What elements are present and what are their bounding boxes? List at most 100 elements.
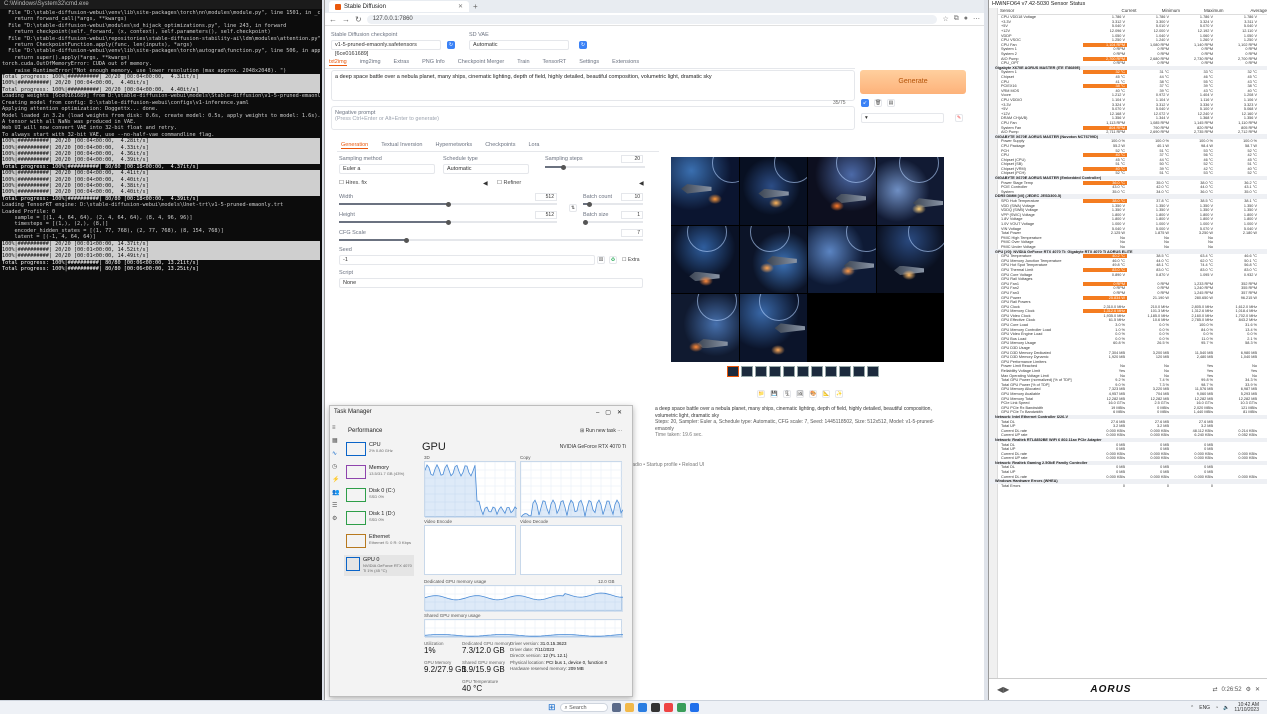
hw-sensor-row[interactable]: GPU Memory Clock 1,312.6 MHz 101.3 MHz 1,31… — [989, 309, 1267, 314]
subtab-checkpoints[interactable]: Checkpoints — [485, 142, 515, 149]
hw-sensor-row[interactable]: GPU Memory Junction Temperature 46.0 °C 44… — [989, 258, 1267, 263]
hw-sensor-row[interactable]: CPU Fan 1,113 RPM 1,085 RPM 1,145 RPM 1,110 … — [989, 121, 1267, 126]
perf-item-disk-1-d-[interactable]: Disk 1 (D:) SSD 0% — [344, 509, 414, 530]
file-explorer-icon[interactable] — [624, 703, 634, 712]
hw-sensor-row[interactable]: CPU_OPT 0 RPM 0 RPM 0 RPM 0 RPM — [989, 61, 1267, 66]
hw-section-header[interactable]: GPU [#0]: NVIDIA GeForce RTX 4070 Ti: Gi… — [989, 249, 1267, 254]
hw-sensor-row[interactable]: +5V 5.070 V 5.040 V 5.100 V 5.068 V — [989, 107, 1267, 112]
cfg-scale-input[interactable]: 7 — [621, 229, 643, 237]
extra-seed-toggle[interactable]: ☐ Extra — [622, 257, 640, 263]
hw-sensor-row[interactable]: GPU Fan1 0 RPM 0 RPM 1,233 RPM 352 RPM — [989, 281, 1267, 286]
processes-icon[interactable]: ▦ — [332, 435, 338, 448]
hw-sensor-row[interactable]: Current UP rate 0.000 KB/s 0.000 KB/s 0.000… — [989, 456, 1267, 461]
hw-sensor-row[interactable]: GPU D3D Memory Dynamic 1,920 MB 120 MB 2,48… — [989, 355, 1267, 360]
batch-count-slider[interactable] — [583, 201, 643, 207]
clock[interactable]: 10:42 AM 11/10/2023 — [1234, 703, 1259, 713]
hw-col-header[interactable]: Minimum — [1136, 8, 1180, 14]
tab-train[interactable]: Train — [517, 59, 529, 66]
width-input[interactable]: 512 — [535, 193, 557, 201]
volume-icon[interactable]: 🔈 — [1223, 705, 1229, 711]
hw-sensor-row[interactable]: Current DL rate 0.000 KB/s 0.000 KB/s 48.11… — [989, 428, 1267, 433]
send-extras-icon[interactable]: 📐 — [822, 390, 830, 398]
perf-item-gpu-0[interactable]: GPU 0 NVIDIA GeForce RTX 4070 Ti 1% (45 … — [344, 555, 414, 576]
hw-sensor-row[interactable]: GPU Power 25.834 W 21.190 W 280.650 W 96.215… — [989, 295, 1267, 300]
hw-sensor-row[interactable]: GPU Video Engine Load 0.0 % 0.0 % 0.0 % 0.0 … — [989, 332, 1267, 337]
vae-select[interactable]: Automatic — [469, 40, 569, 50]
sparkle-icon[interactable]: ✨ — [835, 390, 843, 398]
hw-sensor-row[interactable]: PCIE Controller 43.0 °C 42.0 °C 44.0 °C 43.1… — [989, 185, 1267, 190]
hw-sensor-row[interactable]: GPU Fan2 0 RPM 0 RPM 1,240 RPM 355 RPM — [989, 286, 1267, 291]
hw-sensor-row[interactable]: GPU Thermal Limit 83.0 °C 83.0 °C 83.0 °C 83… — [989, 267, 1267, 273]
output-image[interactable] — [739, 225, 807, 294]
hw-sensor-row[interactable]: CPU 41 °C 38 °C 55 °C 43 °C — [989, 79, 1267, 84]
save-icon[interactable]: 💾 — [770, 390, 778, 398]
hw-sensor-row[interactable]: System 2 0 RPM 0 RPM 0 RPM 0 RPM — [989, 52, 1267, 57]
hwinfo-window[interactable]: HWiNFO64 v7.42-5030 Sensor Status Sensor… — [988, 0, 1267, 700]
hw-sensor-row[interactable]: PCIe Link Speed 16.0 GT/s 2.5 GT/s 16.0 GT/… — [989, 401, 1267, 406]
hw-sensor-row[interactable]: Power Stage Temp 36.0 °C 35.0 °C 38.0 °C 36.… — [989, 180, 1267, 185]
perf-item-disk-0-c-[interactable]: Disk 0 (C:) SSD 0% — [344, 486, 414, 507]
hw-sensor-row[interactable]: Reliability Voltage Limit Yes No Yes Yes — [989, 369, 1267, 374]
hwinfo-nav-icon[interactable]: ◀▶ — [997, 685, 1009, 694]
hw-section-header[interactable]: Gigabyte X670E AORUS MASTER (ITE IT8689E… — [989, 65, 1267, 71]
hw-sensor-row[interactable]: +5V 5.040 V 5.010 V 5.070 V 5.040 V — [989, 24, 1267, 29]
history-icon[interactable]: ◷ — [332, 461, 338, 474]
hw-sensor-row[interactable]: GPU Memory Allocated 7,323 MB 3,220 MB 11,5… — [989, 387, 1267, 392]
batch-size-input[interactable]: 1 — [621, 211, 643, 219]
hw-section-header[interactable]: DDR5 DIMM [#0] (JEDEC JESD300-5) — [989, 194, 1267, 199]
random-seed-icon[interactable]: ⚄ — [597, 256, 605, 264]
hw-sensor-row[interactable]: GPU PCIe Tx Bandwidth 6 MB/s 0 MB/s 1,440 M… — [989, 410, 1267, 415]
task-manager-icon[interactable] — [676, 703, 686, 712]
hw-sensor-row[interactable]: System Fan 804 RPM 790 RPM 820 RPM 805 RPM — [989, 125, 1267, 130]
image-thumbnail[interactable] — [839, 366, 851, 377]
hw-sensor-row[interactable]: VDD (SWA) Voltage 1.350 V 1.350 V 1.350 V 1.… — [989, 203, 1267, 208]
refresh-checkpoint-button[interactable]: ↻ — [447, 41, 455, 49]
console-window[interactable]: C:\Windows\System32\cmd.exe File "D:\sta… — [0, 0, 322, 700]
hw-sensor-row[interactable]: Chipset (PCH) 52 °C 51 °C 53 °C 52 °C — [989, 171, 1267, 176]
negative-prompt-textarea[interactable]: Negative prompt (Press Ctrl+Enter or Alt… — [331, 106, 855, 130]
send-inpaint-icon[interactable]: 🎨 — [809, 390, 817, 398]
hw-section-header[interactable]: Windows Hardware Errors (WHEA) — [989, 478, 1267, 484]
zip-icon[interactable]: 🗜 — [783, 390, 791, 398]
hw-sensor-row[interactable]: GPU Clock 2,310.0 MHz 210.0 MHz 2,805.0 MHz… — [989, 304, 1267, 309]
styles-icon[interactable]: ▤ — [887, 99, 895, 107]
subtab-generation[interactable]: Generation — [341, 142, 369, 149]
hw-sensor-row[interactable]: System 35.0 °C 34.0 °C 36.0 °C 35.0 °C — [989, 190, 1267, 195]
forward-icon[interactable]: → — [342, 15, 350, 24]
image-thumbnail[interactable] — [811, 366, 823, 377]
hw-sensor-row[interactable]: Current DL rate 0.000 KB/s 0.000 KB/s 0.000… — [989, 474, 1267, 479]
hw-sensor-row[interactable]: System 1 0 RPM 0 RPM 0 RPM 0 RPM — [989, 47, 1267, 52]
start-icon[interactable]: ⊞ — [548, 703, 556, 712]
close-icon[interactable]: ✕ — [617, 410, 628, 416]
minimize-icon[interactable]: – — [596, 410, 605, 416]
tab-img2img[interactable]: img2img — [360, 59, 381, 66]
tab-extensions[interactable]: Extensions — [612, 59, 639, 66]
hw-sensor-row[interactable]: GPU Memory Controller Load 1.0 % 0.0 % 84.0… — [989, 327, 1267, 332]
output-image[interactable] — [739, 157, 807, 225]
hw-sensor-row[interactable]: +12V 12.168 V 12.072 V 12.240 V 12.160 V — [989, 111, 1267, 116]
hw-sensor-row[interactable]: GPU Memory Available 4,957 MB 704 MB 9,060 … — [989, 392, 1267, 397]
tab-txt2img[interactable]: txt2img — [329, 59, 347, 66]
hw-sensor-row[interactable]: +12V 12.096 V 12.000 V 12.192 V 12.110 V — [989, 29, 1267, 34]
browser-tab[interactable]: Stable Diffusion ✕ — [329, 1, 469, 12]
script-select[interactable]: None — [339, 278, 643, 288]
hw-sensor-row[interactable]: Total Power 2.125 W 1.875 W 3.250 W 2.180 W — [989, 231, 1267, 236]
subtab-hypernetworks[interactable]: Hypernetworks — [436, 142, 473, 149]
perf-item-memory[interactable]: Memory 13.5/31.7 GB (43%) — [344, 463, 414, 484]
close-icon[interactable]: ✕ — [1255, 686, 1260, 693]
hw-sensor-row[interactable]: Chipset (CPU) 45 °C 44 °C 46 °C 45 °C — [989, 157, 1267, 162]
batch-size-slider[interactable] — [583, 219, 643, 225]
details-icon[interactable]: ☰ — [332, 500, 338, 513]
image-thumbnail[interactable] — [741, 366, 753, 377]
hw-section-header[interactable]: Network: Realtek Gaming 2.5GbE Family Co… — [989, 460, 1267, 466]
hwinfo-icon[interactable] — [689, 703, 699, 712]
profile-icon[interactable]: ● — [964, 15, 968, 23]
hw-sensor-row[interactable]: VRM MOS 40 °C 39 °C 43 °C 40 °C — [989, 89, 1267, 94]
tab-settings[interactable]: Settings — [579, 59, 599, 66]
image-thumbnail[interactable] — [867, 366, 879, 377]
hw-sensor-row[interactable]: +3.3V 3.312 V 3.300 V 3.324 V 3.311 V — [989, 20, 1267, 25]
extensions-icon[interactable]: ⧉ — [954, 15, 959, 23]
tab-tensorrt[interactable]: TensorRT — [543, 59, 567, 66]
folder-icon[interactable]: 📁 — [757, 390, 765, 398]
image-thumbnail[interactable] — [769, 366, 781, 377]
